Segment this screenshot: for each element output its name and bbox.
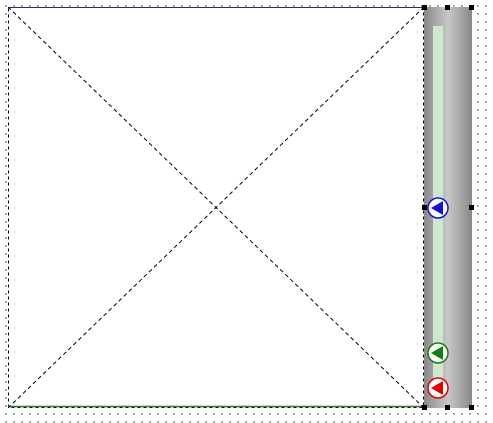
resize-handle-bottom-right[interactable]	[469, 405, 474, 410]
resize-handle-right[interactable]	[469, 205, 474, 210]
slider-thumb-blue[interactable]	[427, 197, 449, 219]
resize-handle-bottom-left[interactable]	[422, 405, 427, 410]
slider-thumb-red[interactable]	[427, 377, 449, 399]
resize-handle-left[interactable]	[422, 205, 427, 210]
resize-handle-bottom[interactable]	[445, 405, 450, 410]
resize-handle-top[interactable]	[445, 5, 450, 10]
design-canvas[interactable]	[0, 0, 493, 423]
resize-handle-top-right[interactable]	[469, 5, 474, 10]
resize-handle-top-left[interactable]	[422, 5, 427, 10]
trackbar-control[interactable]	[424, 7, 472, 408]
image-placeholder[interactable]	[8, 7, 424, 408]
slider-thumb-green[interactable]	[427, 342, 449, 364]
